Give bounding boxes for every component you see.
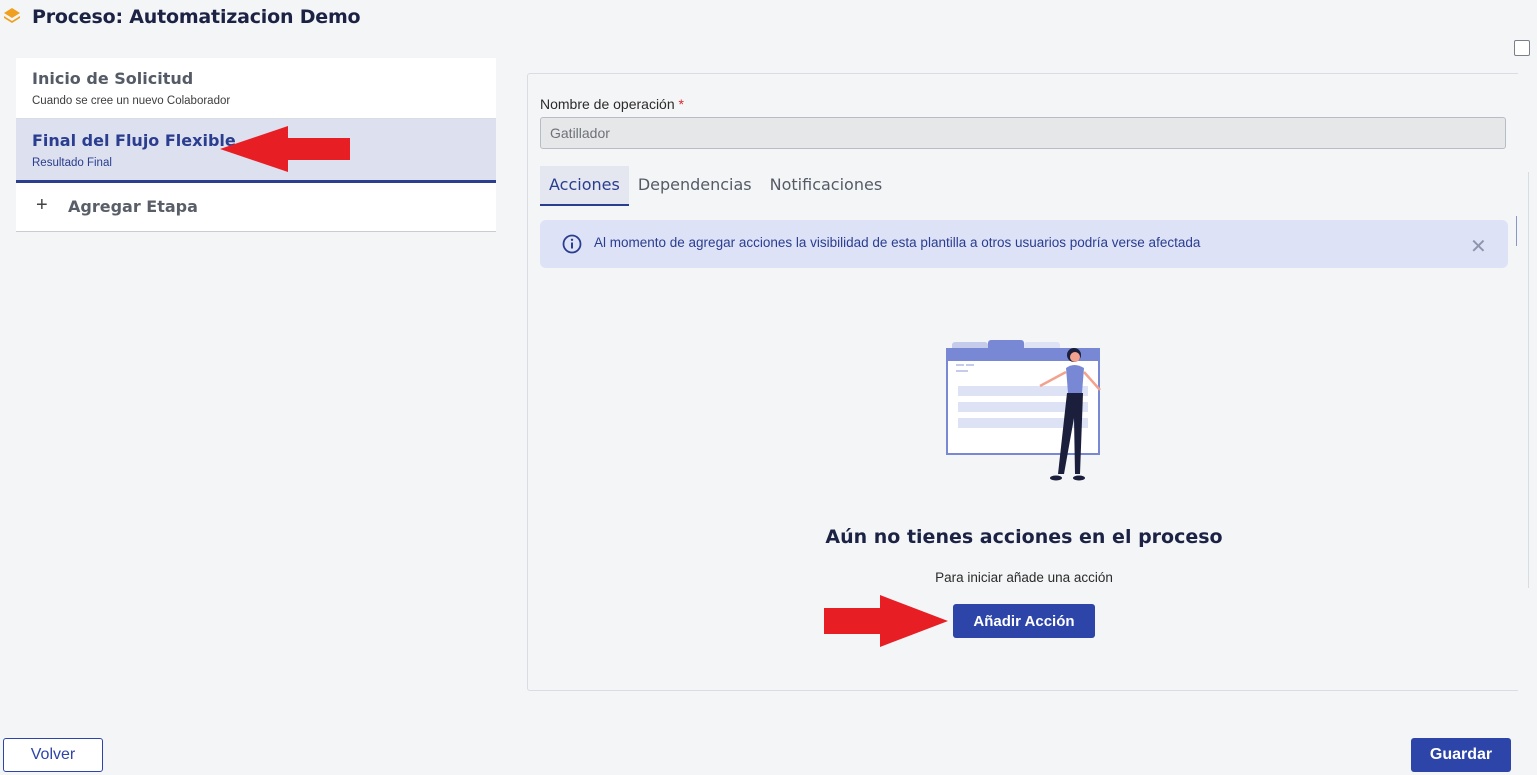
- add-stage-label: Agregar Etapa: [68, 197, 198, 216]
- back-button[interactable]: Volver: [3, 738, 103, 772]
- operation-name-label-text: Nombre de operación: [540, 96, 675, 112]
- divider: [1528, 172, 1529, 588]
- layers-icon: [4, 8, 20, 23]
- stage-title: Final del Flujo Flexible: [32, 131, 236, 150]
- stage-title: Inicio de Solicitud: [32, 69, 194, 88]
- divider: [1516, 216, 1517, 246]
- tabs: Acciones Dependencias Notificaciones: [540, 166, 891, 206]
- tab-acciones[interactable]: Acciones: [540, 166, 629, 206]
- annotation-arrow-icon: [220, 126, 350, 172]
- stage-item-inicio[interactable]: Inicio de Solicitud Cuando se cree un nu…: [16, 58, 496, 119]
- empty-state-illustration: [946, 340, 1101, 481]
- stage-subtitle: Cuando se cree un nuevo Colaborador: [32, 95, 231, 107]
- stage-subtitle: Resultado Final: [32, 157, 112, 169]
- tab-dependencias[interactable]: Dependencias: [629, 166, 761, 204]
- info-icon: [562, 234, 582, 254]
- checkbox[interactable]: [1514, 40, 1530, 56]
- annotation-arrow-icon: [824, 595, 948, 647]
- add-stage-button[interactable]: + Agregar Etapa: [16, 183, 496, 232]
- tab-notificaciones[interactable]: Notificaciones: [761, 166, 892, 204]
- plus-icon: +: [36, 194, 48, 216]
- page-title: Proceso: Automatizacion Demo: [32, 6, 361, 28]
- required-mark: *: [678, 96, 684, 112]
- alert-message: Al momento de agregar acciones la visibi…: [594, 235, 1201, 250]
- save-button[interactable]: Guardar: [1411, 738, 1511, 772]
- empty-state-title: Aún no tienes acciones en el proceso: [825, 526, 1223, 548]
- operation-name-label: Nombre de operación *: [540, 96, 684, 112]
- info-alert: Al momento de agregar acciones la visibi…: [540, 220, 1508, 268]
- close-icon[interactable]: ✕: [1470, 234, 1487, 259]
- add-action-button[interactable]: Añadir Acción: [953, 604, 1095, 638]
- operation-name-input[interactable]: [540, 117, 1506, 149]
- page-header: Proceso: Automatizacion Demo: [0, 0, 1537, 32]
- empty-state-subtitle: Para iniciar añade una acción: [935, 570, 1113, 585]
